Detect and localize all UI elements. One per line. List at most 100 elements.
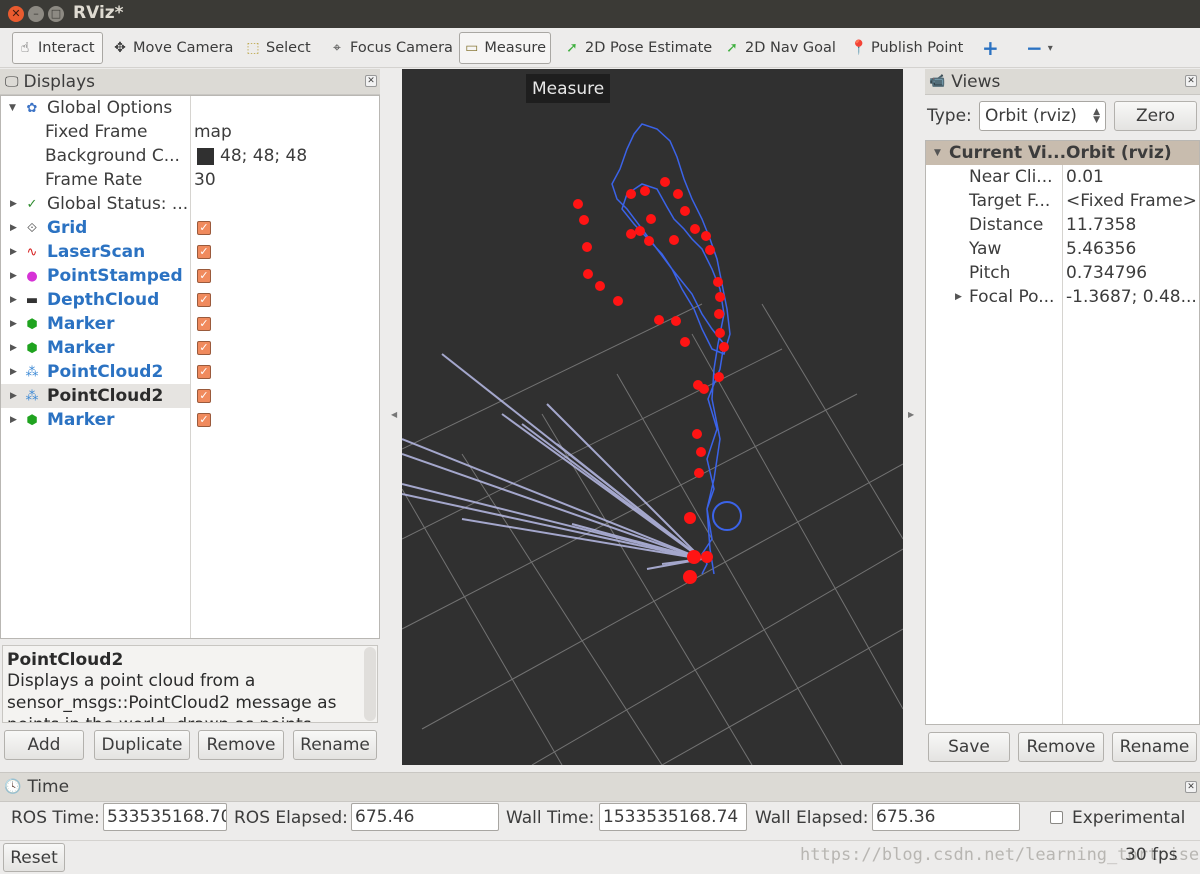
collapse-right-icon[interactable]: ▶	[908, 410, 914, 419]
expanded-arrow-icon[interactable]: ▼	[934, 148, 941, 158]
zero-button[interactable]: Zero	[1114, 101, 1197, 131]
displays-title: Displays	[23, 71, 96, 92]
focal-point-value[interactable]: -1.3687; 0.48...	[1066, 287, 1197, 307]
description-box: PointCloud2 Displays a point cloud from …	[2, 645, 378, 723]
tree-row-fixed-frame[interactable]: Fixed Frame map	[1, 120, 379, 144]
rename-view-button[interactable]: Rename	[1112, 732, 1197, 762]
time-header: 🕓 Time ✕	[0, 772, 1200, 802]
tree-row-frame-rate[interactable]: Frame Rate 30	[1, 168, 379, 192]
move-camera-tool-button[interactable]: ✥ Move Camera	[108, 32, 237, 64]
tree-row-background-color[interactable]: Background C... 48; 48; 48	[1, 144, 379, 168]
current-view-value: Orbit (rviz)	[1066, 143, 1172, 163]
remove-tool-button[interactable]: − ▾	[1022, 32, 1057, 64]
wall-elapsed-field[interactable]: 675.36	[872, 803, 1020, 831]
pitch-value[interactable]: 0.734796	[1066, 263, 1147, 283]
select-tool-button[interactable]: ⬚ Select	[241, 32, 315, 64]
enabled-checkbox[interactable]: ✓	[197, 413, 211, 427]
enabled-checkbox[interactable]: ✓	[197, 293, 211, 307]
close-window-icon[interactable]: ✕	[8, 6, 24, 22]
display-item-marker[interactable]: ▶ ⬢ Marker ✓	[1, 408, 379, 432]
collapsed-arrow-icon[interactable]: ▶	[10, 367, 17, 377]
experimental-checkbox[interactable]	[1050, 811, 1063, 824]
interact-tool-button[interactable]: ☝ Interact	[12, 32, 103, 64]
publish-point-tool-button[interactable]: 📍 Publish Point	[846, 32, 967, 64]
grid-icon: ⟐	[26, 220, 38, 236]
display-item-pointcloud2-selected[interactable]: ▶ ⁂ PointCloud2 ✓	[1, 384, 379, 408]
fixed-frame-value[interactable]: map	[194, 122, 232, 142]
measure-label: Measure	[484, 40, 546, 56]
display-item-grid[interactable]: ▶ ⟐ Grid ✓	[1, 216, 379, 240]
render-viewport[interactable]: Measure	[402, 69, 903, 765]
enabled-checkbox[interactable]: ✓	[197, 317, 211, 331]
close-icon[interactable]: ✕	[365, 75, 377, 87]
color-swatch[interactable]	[197, 148, 214, 165]
collapsed-arrow-icon[interactable]: ▶	[10, 415, 17, 425]
distance-value[interactable]: 11.7358	[1066, 215, 1136, 235]
close-icon[interactable]: ✕	[1185, 781, 1197, 793]
window-title: RViz*	[73, 3, 124, 23]
view-prop-row[interactable]: Yaw 5.46356	[926, 237, 1199, 261]
display-item-depthcloud[interactable]: ▶ ▬ DepthCloud ✓	[1, 288, 379, 312]
save-view-button[interactable]: Save	[928, 732, 1010, 762]
remove-display-button[interactable]: Remove	[198, 730, 284, 760]
collapsed-arrow-icon[interactable]: ▶	[10, 319, 17, 329]
dropdown-arrow-icon[interactable]: ▾	[1048, 43, 1053, 54]
minimize-window-icon[interactable]: –	[28, 6, 44, 22]
nav-goal-tool-button[interactable]: ➚ 2D Nav Goal	[720, 32, 840, 64]
collapsed-arrow-icon[interactable]: ▶	[10, 271, 17, 281]
add-display-button[interactable]: Add	[4, 730, 84, 760]
display-item-marker[interactable]: ▶ ⬢ Marker ✓	[1, 336, 379, 360]
focus-camera-tool-button[interactable]: ⌖ Focus Camera	[325, 32, 457, 64]
pose-estimate-tool-button[interactable]: ➚ 2D Pose Estimate	[560, 32, 716, 64]
enabled-checkbox[interactable]: ✓	[197, 389, 211, 403]
display-item-marker[interactable]: ▶ ⬢ Marker ✓	[1, 312, 379, 336]
collapsed-arrow-icon[interactable]: ▶	[10, 223, 17, 233]
view-prop-row[interactable]: Near Cli... 0.01	[926, 165, 1199, 189]
display-item-pointstamped[interactable]: ▶ ● PointStamped ✓	[1, 264, 379, 288]
reset-button[interactable]: Reset	[3, 843, 65, 872]
maximize-window-icon[interactable]: □	[48, 6, 64, 22]
collapsed-arrow-icon[interactable]: ▶	[955, 292, 962, 302]
ros-elapsed-field[interactable]: 675.46	[351, 803, 499, 831]
wall-time-field[interactable]: 1533535168.74	[599, 803, 747, 831]
duplicate-display-button[interactable]: Duplicate	[94, 730, 190, 760]
view-prop-row[interactable]: Distance 11.7358	[926, 213, 1199, 237]
expanded-arrow-icon[interactable]: ▼	[9, 103, 16, 113]
enabled-checkbox[interactable]: ✓	[197, 365, 211, 379]
current-view-row[interactable]: ▼ Current Vi... Orbit (rviz)	[926, 141, 1199, 165]
collapsed-arrow-icon[interactable]: ▶	[10, 247, 17, 257]
background-color-value[interactable]: 48; 48; 48	[220, 146, 307, 166]
enabled-checkbox[interactable]: ✓	[197, 341, 211, 355]
remove-view-button[interactable]: Remove	[1018, 732, 1104, 762]
near-clip-value[interactable]: 0.01	[1066, 167, 1104, 187]
frame-rate-label: Frame Rate	[45, 170, 143, 190]
close-icon[interactable]: ✕	[1185, 75, 1197, 87]
display-item-laserscan[interactable]: ▶ ∿ LaserScan ✓	[1, 240, 379, 264]
collapsed-arrow-icon[interactable]: ▶	[10, 343, 17, 353]
frame-rate-value[interactable]: 30	[194, 170, 216, 190]
description-scrollbar[interactable]	[364, 647, 376, 721]
collapsed-arrow-icon[interactable]: ▶	[10, 199, 17, 209]
view-prop-row[interactable]: ▶ Focal Po... -1.3687; 0.48...	[926, 285, 1199, 309]
enabled-checkbox[interactable]: ✓	[197, 245, 211, 259]
tree-row-global-options[interactable]: ▼ ✿ Global Options	[1, 96, 379, 120]
view-prop-row[interactable]: Pitch 0.734796	[926, 261, 1199, 285]
scene-canvas[interactable]	[402, 69, 903, 765]
view-prop-row[interactable]: Target F... <Fixed Frame>	[926, 189, 1199, 213]
enabled-checkbox[interactable]: ✓	[197, 221, 211, 235]
view-type-select[interactable]: Orbit (rviz) ▲ ▼	[979, 101, 1106, 131]
tree-row-global-status[interactable]: ▶ ✓ Global Status: ...	[1, 192, 379, 216]
rename-display-button[interactable]: Rename	[293, 730, 377, 760]
ros-time-field[interactable]: 533535168.70	[103, 803, 227, 831]
measure-tool-button[interactable]: ▭ Measure	[459, 32, 551, 64]
yaw-value[interactable]: 5.46356	[1066, 239, 1136, 259]
target-frame-value[interactable]: <Fixed Frame>	[1066, 191, 1197, 211]
enabled-checkbox[interactable]: ✓	[197, 269, 211, 283]
display-item-pointcloud2[interactable]: ▶ ⁂ PointCloud2 ✓	[1, 360, 379, 384]
add-tool-button[interactable]: +	[978, 32, 1003, 64]
ros-time-label: ROS Time:	[11, 808, 100, 828]
ros-elapsed-label: ROS Elapsed:	[234, 808, 348, 828]
collapse-left-icon[interactable]: ◀	[391, 410, 397, 419]
collapsed-arrow-icon[interactable]: ▶	[10, 391, 17, 401]
collapsed-arrow-icon[interactable]: ▶	[10, 295, 17, 305]
